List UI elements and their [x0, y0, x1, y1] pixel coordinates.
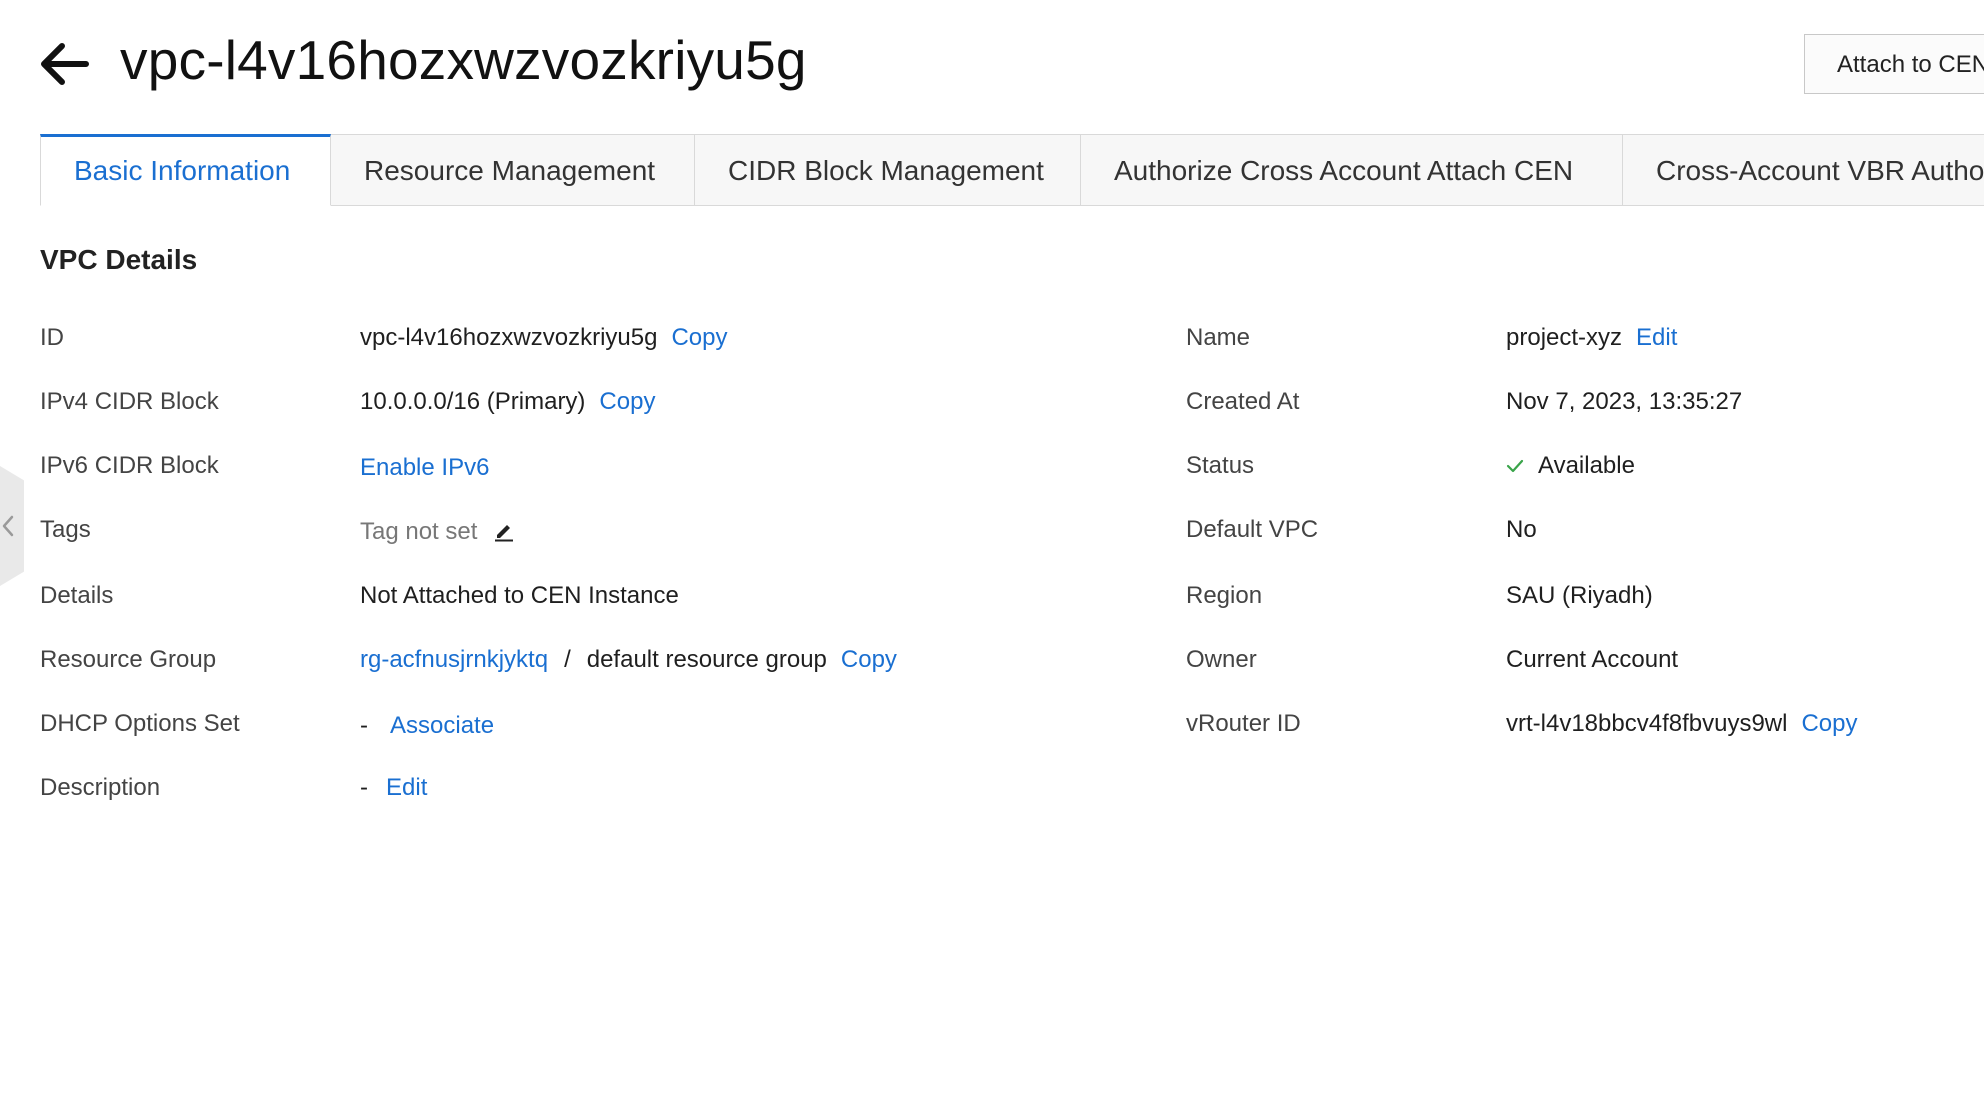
tags-label: Tags	[40, 516, 91, 543]
section-title: VPC Details	[40, 244, 198, 275]
page-title: vpc-l4v16hozxwzvozkriyu5g	[120, 29, 807, 91]
details-value: Not Attached to CEN Instance	[360, 582, 679, 609]
check-icon	[1506, 459, 1524, 473]
owner-value: Current Account	[1506, 646, 1679, 673]
vrouter-id-value-group: vrt-l4v18bbcv4f8fbvuys9wl Copy	[1506, 710, 1858, 738]
tab-cidr-block-management[interactable]: CIDR Block Management	[695, 134, 1081, 206]
name-value: project-xyz	[1506, 324, 1623, 351]
tab-resource-management[interactable]: Resource Management	[331, 134, 695, 206]
default-vpc-label: Default VPC	[1186, 516, 1319, 543]
vrouter-id-value: vrt-l4v18bbcv4f8fbvuys9wl	[1506, 710, 1788, 737]
resource-group-separator: /	[564, 646, 571, 673]
status-label: Status	[1186, 452, 1255, 479]
created-at-value: Nov 7, 2023, 13:35:27	[1506, 388, 1743, 415]
ipv4-value: 10.0.0.0/16 (Primary)	[360, 388, 586, 415]
details-label: Details	[40, 582, 114, 609]
associate-dhcp-link[interactable]: Associate	[390, 712, 494, 739]
region-label: Region	[1186, 582, 1263, 609]
copy-vrouter-id-link[interactable]: Copy	[1801, 710, 1857, 737]
attach-to-cen-button[interactable]: Attach to CEN	[1804, 34, 1984, 94]
edit-pencil-icon[interactable]	[493, 520, 515, 542]
name-label: Name	[1186, 324, 1251, 351]
dhcp-value-group: - Associate	[360, 712, 494, 740]
vrouter-id-label: vRouter ID	[1186, 710, 1301, 737]
arrow-left-icon[interactable]	[38, 40, 90, 88]
tab-basic-information[interactable]: Basic Information	[40, 134, 331, 206]
edit-description-link[interactable]: Edit	[386, 774, 427, 801]
edit-name-link[interactable]: Edit	[1636, 324, 1677, 351]
id-label: ID	[40, 324, 64, 351]
sidebar-collapse-handle[interactable]	[0, 466, 24, 586]
tab-bar: Basic Information Resource Management CI…	[40, 134, 1984, 206]
resource-group-value-group: rg-acfnusjrnkjyktq / default resource grou…	[360, 646, 897, 674]
ipv6-label: IPv6 CIDR Block	[40, 452, 219, 479]
tags-value: Tag not set	[360, 518, 478, 545]
dhcp-value: -	[360, 712, 368, 739]
copy-id-link[interactable]: Copy	[671, 324, 727, 351]
created-at-label: Created At	[1186, 388, 1300, 415]
ipv4-value-group: 10.0.0.0/16 (Primary) Copy	[360, 388, 655, 416]
ipv6-value-group: Enable IPv6	[360, 454, 489, 482]
region-value: SAU (Riyadh)	[1506, 582, 1653, 609]
chevron-left-icon	[2, 515, 14, 537]
description-label: Description	[40, 774, 161, 801]
ipv4-label: IPv4 CIDR Block	[40, 388, 219, 415]
resource-group-value: default resource group	[586, 646, 827, 673]
enable-ipv6-link[interactable]: Enable IPv6	[360, 454, 489, 481]
resource-group-link[interactable]: rg-acfnusjrnkjyktq	[360, 646, 548, 673]
tab-authorize-cross-account-attach-cen[interactable]: Authorize Cross Account Attach CEN	[1081, 134, 1623, 206]
id-value: vpc-l4v16hozxwzvozkriyu5g	[360, 324, 658, 351]
copy-resource-group-link[interactable]: Copy	[841, 646, 897, 673]
dhcp-label: DHCP Options Set	[40, 710, 240, 737]
vpc-details-page: vpc-l4v16hozxwzvozkriyu5g Attach to CEN …	[0, 0, 1984, 1100]
name-value-group: project-xyz Edit	[1506, 324, 1677, 352]
status-value: Available	[1538, 452, 1635, 479]
resource-group-label: Resource Group	[40, 646, 217, 673]
tab-cross-account-vbr-authorization[interactable]: Cross-Account VBR Authorization	[1623, 134, 1984, 206]
description-value: -	[360, 774, 368, 801]
description-value-group: - Edit	[360, 774, 427, 802]
owner-label: Owner	[1186, 646, 1257, 673]
tags-value-group: Tag not set	[360, 518, 515, 546]
status-value-group: Available	[1506, 452, 1635, 480]
default-vpc-value: No	[1506, 516, 1537, 543]
id-value-group: vpc-l4v16hozxwzvozkriyu5g Copy	[360, 324, 728, 352]
copy-ipv4-link[interactable]: Copy	[599, 388, 655, 415]
